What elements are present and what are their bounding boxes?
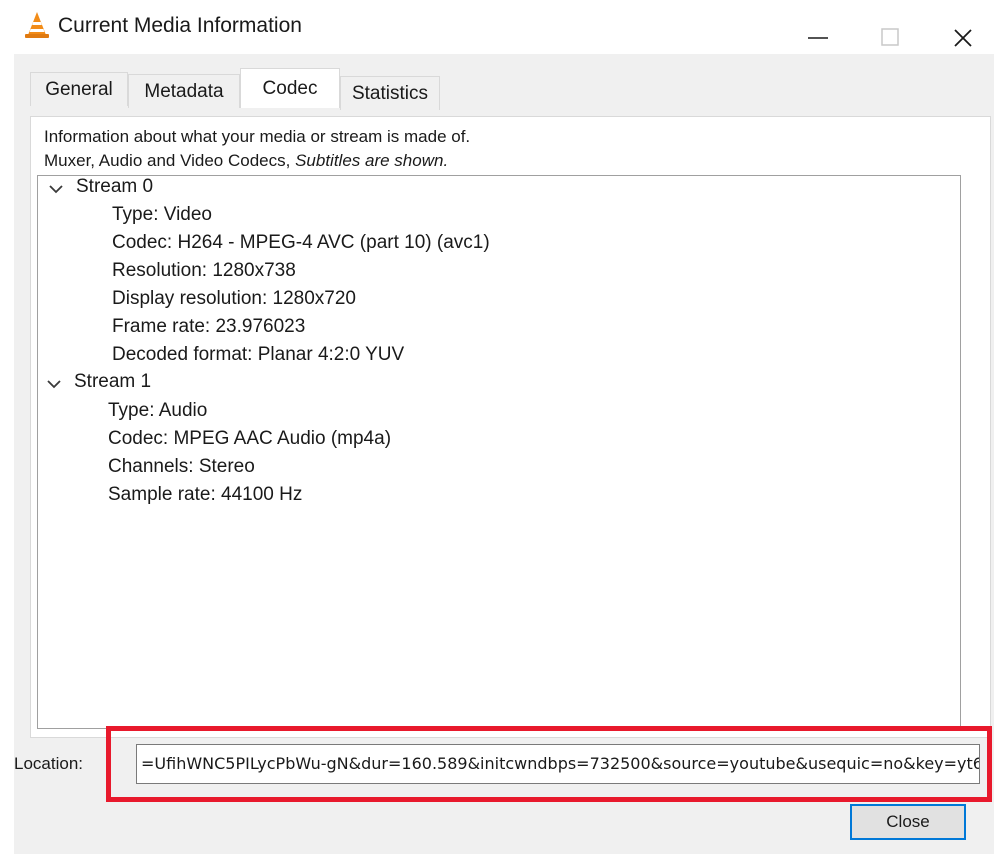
description-line-2-italic: Subtitles are shown. [295, 151, 449, 170]
stream-0-resolution: Resolution: 1280x738 [112, 260, 296, 281]
tab-metadata[interactable]: Metadata [128, 74, 240, 108]
location-label: Location: [14, 754, 83, 773]
tab-statistics[interactable]: Statistics [340, 76, 440, 110]
close-button[interactable]: Close [850, 804, 966, 840]
stream-tree[interactable]: Stream 0 Type: Video Codec: H264 - MPEG-… [37, 175, 961, 729]
close-icon[interactable] [945, 20, 981, 56]
tab-metadata-label: Metadata [144, 80, 224, 102]
tab-codec[interactable]: Codec [240, 68, 340, 108]
stream-1-node[interactable]: Stream 1 [74, 371, 151, 393]
tab-general-label: General [45, 78, 113, 100]
title-bar: Current Media Information [0, 0, 1000, 54]
stream-0-decoded-format: Decoded format: Planar 4:2:0 YUV [112, 344, 405, 365]
chevron-down-icon[interactable] [48, 183, 64, 195]
media-info-window: Current Media Information General Metada… [0, 0, 1000, 854]
description-line-1: Information about what your media or str… [44, 127, 471, 146]
description-line-2-plain: Muxer, Audio and Video Codecs, [44, 151, 296, 170]
minimize-icon[interactable] [800, 20, 836, 56]
stream-1-type: Type: Audio [108, 400, 208, 421]
stream-1-channels: Channels: Stereo [108, 456, 255, 477]
stream-1-sample-rate: Sample rate: 44100 Hz [108, 484, 303, 505]
vlc-cone-icon [25, 12, 49, 38]
stream-1-codec: Codec: MPEG AAC Audio (mp4a) [108, 428, 392, 449]
dialog-body: General Metadata Codec Statistics Inform… [14, 54, 994, 854]
close-button-label: Close [886, 812, 930, 831]
codec-panel: Information about what your media or str… [30, 116, 991, 738]
window-title: Current Media Information [58, 14, 302, 37]
stream-0-display-resolution: Display resolution: 1280x720 [112, 288, 356, 309]
stream-0-type: Type: Video [112, 204, 213, 225]
codec-description: Information about what your media or str… [44, 125, 470, 173]
stream-0-frame-rate: Frame rate: 23.976023 [112, 316, 306, 337]
chevron-down-icon[interactable] [46, 378, 62, 390]
tab-statistics-label: Statistics [351, 82, 429, 104]
stream-0-codec: Codec: H264 - MPEG-4 AVC (part 10) (avc1… [112, 232, 490, 253]
stream-0-node[interactable]: Stream 0 [76, 176, 153, 198]
tab-general[interactable]: General [30, 72, 128, 106]
maximize-icon[interactable] [872, 20, 908, 56]
location-field[interactable]: =UfihWNC5PILycPbWu-gN&dur=160.589&initcw… [136, 744, 980, 784]
description-line-2: Muxer, Audio and Video Codecs, Subtitles… [44, 149, 470, 173]
tab-codec-label: Codec [262, 77, 318, 99]
